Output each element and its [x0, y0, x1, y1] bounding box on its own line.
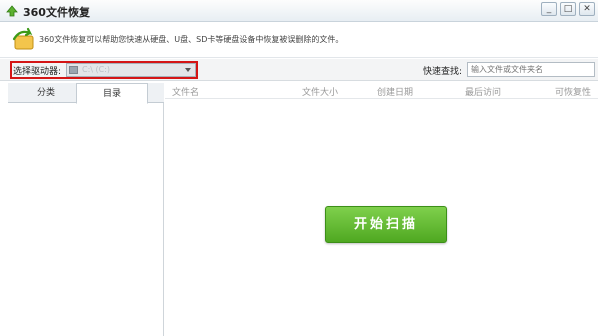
info-description: 360文件恢复可以帮助您快速从硬盘、U盘、SD卡等硬盘设备中恢复被误删除的文件。 [39, 35, 344, 44]
window-controls: _ □ ✕ [541, 2, 595, 16]
drive-dropdown[interactable]: C:\ (C:) [66, 63, 196, 77]
close-button[interactable]: ✕ [579, 2, 595, 16]
drive-label: 选择驱动器: [13, 67, 62, 77]
column-file-size[interactable]: 文件大小 [302, 85, 338, 98]
column-created-date[interactable]: 创建日期 [377, 85, 413, 98]
drive-icon [69, 66, 78, 74]
title-bar: 360文件恢复 _ □ ✕ [0, 0, 598, 22]
tab-category[interactable]: 分类 [10, 83, 82, 103]
quick-search-label: 快速查找: [423, 67, 463, 77]
start-scan-button[interactable]: 开始扫描 [325, 206, 447, 243]
file-table-header: 文件名 文件大小 创建日期 最后访问 可恢复性 [165, 83, 598, 99]
tab-directory[interactable]: 目录 [76, 83, 148, 104]
column-file-name[interactable]: 文件名 [172, 85, 199, 98]
column-last-access[interactable]: 最后访问 [465, 85, 501, 98]
info-bar: 360文件恢复可以帮助您快速从硬盘、U盘、SD卡等硬盘设备中恢复被误删除的文件。 [0, 22, 598, 58]
maximize-button[interactable]: □ [560, 2, 576, 16]
file-list-panel: 文件名 文件大小 创建日期 最后访问 可恢复性 开始扫描 [165, 83, 598, 336]
window-title: 360文件恢复 [23, 6, 90, 19]
sidebar: 分类 目录 [6, 83, 164, 336]
quick-search-input[interactable] [467, 62, 595, 77]
column-recoverability[interactable]: 可恢复性 [555, 85, 591, 98]
dropdown-arrow-icon[interactable] [185, 68, 191, 72]
drive-select-bar: 选择驱动器: C:\ (C:) 快速查找: [0, 59, 598, 81]
minimize-button[interactable]: _ [541, 2, 557, 16]
app-logo-icon [6, 5, 18, 17]
drive-value: C:\ (C:) [82, 65, 111, 74]
sidebar-tabs: 分类 目录 [8, 83, 164, 104]
restore-arrow-icon [12, 27, 34, 50]
